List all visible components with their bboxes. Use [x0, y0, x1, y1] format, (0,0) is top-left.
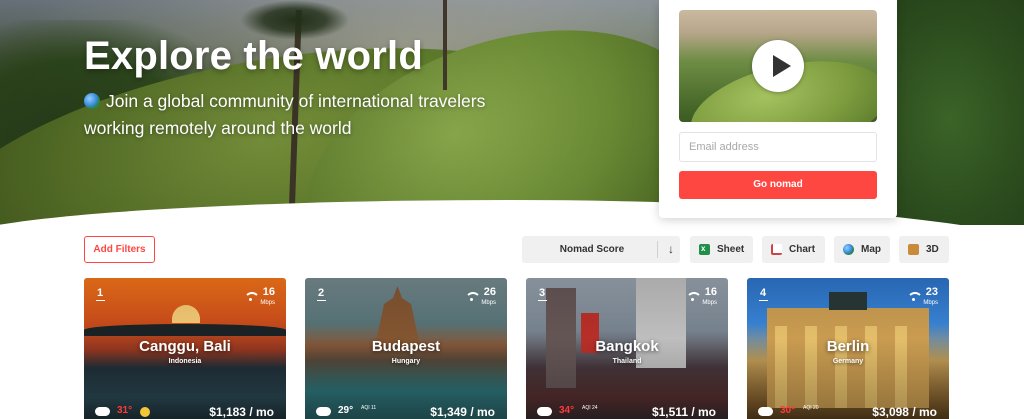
city-cost: $3,098 / mo [872, 405, 937, 419]
wifi-icon [907, 292, 923, 301]
map-globe-icon [843, 244, 854, 255]
sort-label: Nomad Score [559, 244, 625, 255]
city-rank: 1 [96, 287, 106, 301]
hero-subtitle-text: Join a global community of international… [84, 91, 486, 138]
wifi-icon [244, 292, 260, 301]
city-aqi: AQI 11 [361, 405, 377, 411]
add-filters-button[interactable]: Add Filters [84, 236, 155, 263]
city-cost: $1,349 / mo [430, 405, 495, 419]
video-thumbnail[interactable] [679, 10, 877, 122]
chart-label: Chart [789, 244, 816, 255]
wifi-icon [465, 292, 481, 301]
email-field[interactable] [679, 132, 877, 162]
internet-speed: 23 Mbps [923, 286, 938, 307]
signup-card: Go nomad [659, 0, 897, 218]
globe-icon [84, 93, 100, 109]
internet-speed: 16 Mbps [702, 286, 717, 307]
sheet-button[interactable]: Sheet [690, 235, 753, 263]
sort-select[interactable]: Nomad Score ↓ [522, 236, 680, 263]
city-temperature: 30° [780, 405, 796, 416]
city-country: Germany [832, 358, 864, 365]
internet-speed: 16 Mbps [260, 286, 275, 307]
city-temperature: 31° [117, 405, 133, 416]
city-card[interactable]: 1 16 Mbps Canggu, Bali Indonesia 31° $1,1… [84, 278, 286, 419]
hero-title: Explore the world [84, 34, 424, 78]
cloud-icon [537, 407, 552, 416]
city-aqi: AQI 20 [803, 405, 819, 411]
chart-icon [771, 244, 782, 255]
wifi-icon [686, 292, 702, 301]
city-card[interactable]: 2 26 Mbps Budapest Hungary 29° AQI 11 $1,… [305, 278, 507, 419]
hero-subtitle: Join a global community of international… [84, 88, 524, 142]
sort-direction-icon[interactable]: ↓ [668, 236, 674, 263]
city-cost: $1,511 / mo [651, 405, 716, 419]
city-country: Thailand [612, 358, 642, 365]
city-name: Budapest [371, 338, 441, 355]
city-country: Indonesia [168, 358, 202, 365]
cube-icon [908, 244, 919, 255]
city-aqi: AQI 24 [582, 405, 598, 411]
city-name: Bangkok [595, 338, 659, 355]
city-rank: 3 [538, 287, 548, 301]
city-card[interactable]: 4 23 Mbps Berlin Germany 30° AQI 20 $3,09… [747, 278, 949, 419]
city-temperature: 34° [559, 405, 575, 416]
cloud-icon [316, 407, 331, 416]
city-name: Canggu, Bali [139, 338, 231, 355]
city-name: Berlin [826, 338, 870, 355]
map-button[interactable]: Map [834, 236, 890, 263]
3d-label: 3D [926, 244, 939, 255]
go-nomad-button[interactable]: Go nomad [679, 171, 877, 199]
spreadsheet-icon [699, 235, 710, 262]
city-temperature: 29° [338, 405, 354, 416]
cloud-icon [95, 407, 110, 416]
3d-button[interactable]: 3D [899, 236, 949, 263]
city-rank: 4 [759, 287, 769, 301]
city-rank: 2 [317, 287, 327, 301]
play-icon[interactable] [752, 40, 804, 92]
aqi-face-icon [140, 407, 150, 417]
internet-speed: 26 Mbps [481, 286, 496, 307]
sheet-label: Sheet [717, 244, 745, 255]
city-country: Hungary [391, 358, 421, 365]
chart-button[interactable]: Chart [762, 236, 825, 263]
city-card[interactable]: 3 16 Mbps Bangkok Thailand 34° AQI 24 $1,… [526, 278, 728, 419]
city-cost: $1,183 / mo [209, 405, 274, 419]
map-label: Map [861, 244, 881, 255]
cloud-icon [758, 407, 773, 416]
